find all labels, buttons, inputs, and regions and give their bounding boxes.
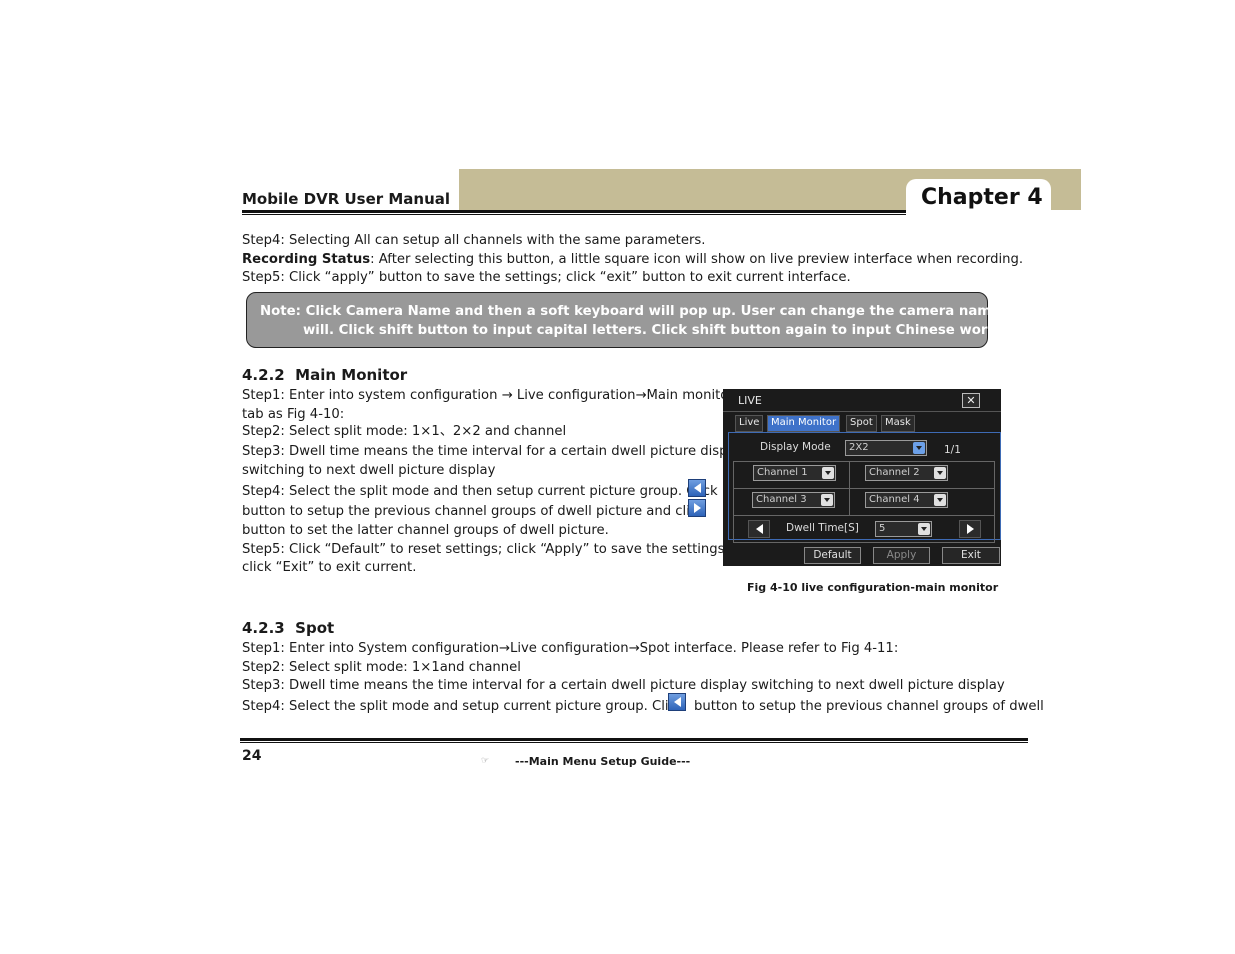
channel-3-select[interactable]: Channel 3	[752, 492, 835, 508]
dialog-title: LIVE	[738, 394, 762, 407]
recording-status-text: : After selecting this button, a little …	[370, 252, 1024, 267]
section-number: 4.2.3	[242, 619, 285, 637]
tab-spot[interactable]: Spot	[846, 415, 877, 432]
header-rule	[242, 210, 906, 213]
apply-button[interactable]: Apply	[873, 547, 930, 564]
note-text: Note: Click Camera Name and then a soft …	[260, 302, 1020, 340]
prev-group-icon	[688, 479, 706, 497]
chevron-down-icon	[913, 442, 925, 454]
spot-step1: Step1: Enter into System configuration→L…	[242, 641, 899, 656]
mm-step3a: Step3: Dwell time means the time interva…	[242, 444, 748, 459]
display-mode-label: Display Mode	[760, 441, 831, 453]
mm-step4c: button to set the latter channel groups …	[242, 523, 609, 538]
prev-group-button[interactable]	[748, 520, 770, 538]
channel-2-select[interactable]: Channel 2	[865, 465, 948, 481]
section-title: Spot	[295, 619, 335, 637]
mm-step5b: click “Exit” to exit current.	[242, 560, 417, 575]
channel-value: Channel 1	[757, 467, 808, 478]
figure-caption: Fig 4-10 live configuration-main monitor	[747, 581, 999, 594]
tab-live[interactable]: Live	[735, 415, 764, 432]
channel-value: Channel 3	[756, 494, 807, 505]
note-line-1: Note: Click Camera Name and then a soft …	[260, 304, 1021, 319]
prev-group-icon	[668, 693, 686, 711]
chevron-down-icon	[918, 523, 930, 535]
channel-4-select[interactable]: Channel 4	[865, 492, 948, 508]
chevron-down-icon	[934, 467, 946, 479]
exit-button[interactable]: Exit	[942, 547, 1000, 564]
next-group-button[interactable]	[959, 520, 981, 538]
default-button[interactable]: Default	[804, 547, 861, 564]
tab-main-monitor[interactable]: Main Monitor	[767, 415, 841, 432]
chevron-down-icon	[934, 494, 946, 506]
arrow-left-icon	[755, 524, 763, 534]
grid-divider	[733, 488, 995, 489]
section-number: 4.2.2	[242, 366, 285, 384]
title-divider	[723, 411, 1001, 412]
note-line-2: will. Click shift button to input capita…	[303, 323, 1010, 338]
dwell-time-value: 5	[879, 523, 886, 534]
mm-step3b: switching to next dwell picture display	[242, 463, 496, 478]
chevron-down-icon	[821, 494, 833, 506]
mm-step2: Step2: Select split mode: 1×1、2×2 and ch…	[242, 424, 567, 439]
mm-step4a: Step4: Select the split mode and then se…	[242, 484, 718, 499]
intro-step5: Step5: Click “apply” button to save the …	[242, 270, 851, 285]
next-group-icon	[688, 499, 706, 517]
dwell-time-select[interactable]: 5	[875, 521, 932, 537]
intro-recording-status: Recording Status: After selecting this b…	[242, 250, 1023, 269]
footer-guide-title: ---Main Menu Setup Guide---	[515, 755, 691, 768]
channel-value: Channel 4	[869, 494, 920, 505]
arrow-right-icon	[966, 524, 974, 534]
section-title: Main Monitor	[295, 366, 408, 384]
tab-mask[interactable]: Mask	[881, 415, 915, 432]
chapter-title: Chapter 4	[921, 185, 1043, 210]
intro-step4: Step4: Selecting All can setup all chann…	[242, 233, 706, 248]
live-config-dialog: LIVE ✕ Live Main Monitor Spot Mask Displ…	[723, 389, 1001, 566]
display-mode-value: 2X2	[849, 442, 869, 453]
footer-rule-thin	[240, 742, 1028, 743]
spot-step4b: button to setup the previous channel gro…	[694, 699, 1044, 714]
manual-title: Mobile DVR User Manual	[242, 190, 451, 208]
channel-1-select[interactable]: Channel 1	[753, 465, 836, 481]
header-rule-thin	[242, 214, 906, 215]
recording-status-label: Recording Status	[242, 252, 371, 267]
spot-step4a: Step4: Select the split mode and setup c…	[242, 699, 684, 714]
section-heading-spot: 4.2.3 Spot	[242, 619, 334, 637]
section-heading-main-monitor: 4.2.2 Main Monitor	[242, 366, 407, 384]
close-icon[interactable]: ✕	[962, 393, 980, 408]
mm-step4b: button to setup the previous channel gro…	[242, 504, 705, 519]
page-indicator: 1/1	[944, 444, 961, 456]
mm-step1a: Step1: Enter into system configuration →…	[242, 388, 734, 403]
channel-value: Channel 2	[869, 467, 920, 478]
grid-divider	[733, 515, 995, 516]
chevron-down-icon	[822, 467, 834, 479]
page-number: 24	[242, 748, 262, 764]
dwell-time-label: Dwell Time[S]	[786, 522, 859, 534]
spot-step3: Step3: Dwell time means the time interva…	[242, 678, 1005, 693]
mm-step5a: Step5: Click “Default” to reset settings…	[242, 542, 729, 557]
footer-rule	[240, 738, 1028, 741]
spot-step2: Step2: Select split mode: 1×1and channel	[242, 660, 521, 675]
pointing-hand-icon: ☞	[481, 756, 490, 766]
display-mode-select[interactable]: 2X2	[845, 440, 927, 456]
